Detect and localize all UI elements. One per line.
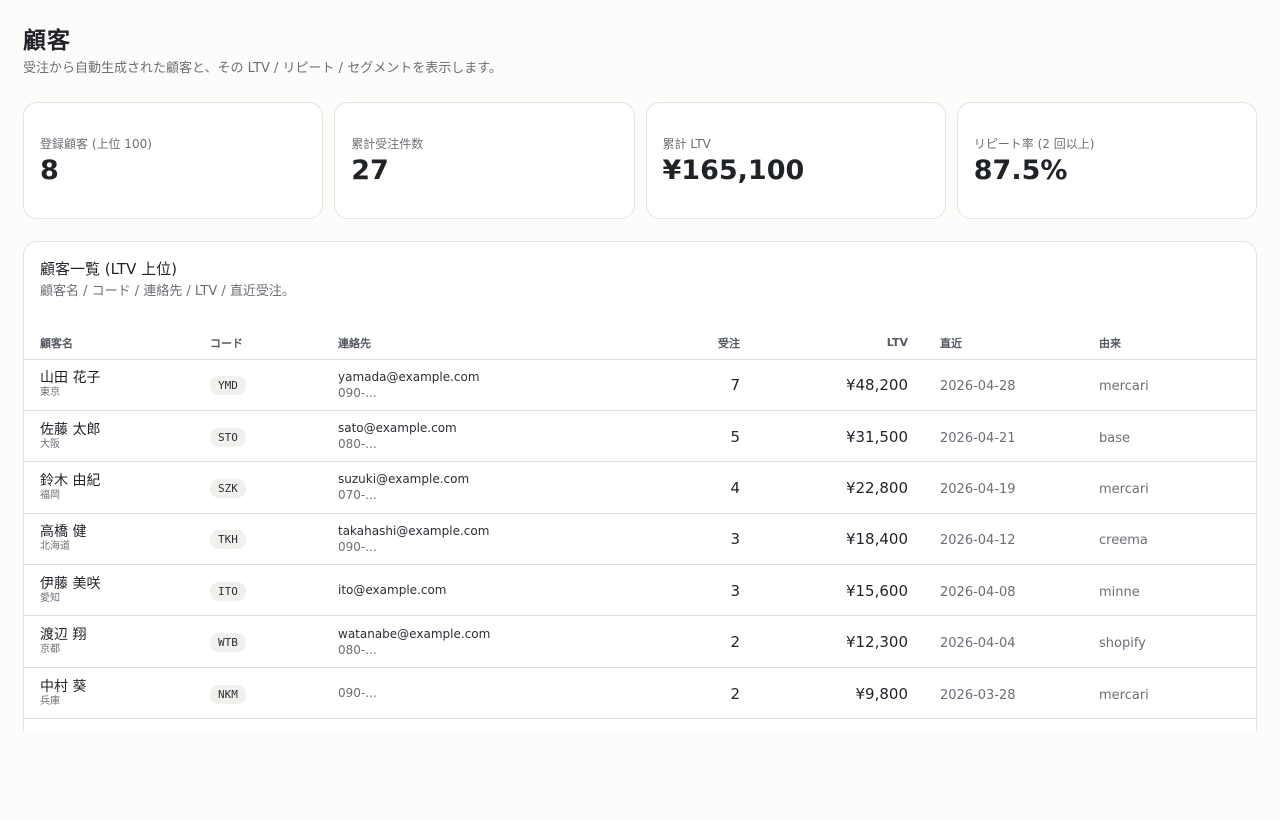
stat-label: リピート率 (2 回以上) bbox=[973, 137, 1095, 151]
customer-name[interactable]: 山田 花子 bbox=[40, 370, 210, 387]
ltv-value: ¥18,400 bbox=[845, 530, 908, 549]
customer-region: 福岡 bbox=[40, 489, 60, 501]
column-header-ltv[interactable]: LTV bbox=[740, 327, 908, 360]
customer-name[interactable]: 高橋 健 bbox=[40, 524, 210, 541]
recent-order-date: 2026-04-08 bbox=[940, 584, 1016, 600]
stat-value: ¥165,100 bbox=[662, 155, 805, 186]
order-count: 4 bbox=[730, 478, 740, 497]
customer-phone: 090-... bbox=[338, 539, 377, 554]
recent-order-date: 2026-04-19 bbox=[940, 481, 1016, 497]
customer-email[interactable]: yamada@example.com bbox=[338, 369, 598, 385]
table-row[interactable]: 鈴木 由紀 福岡 SZK suzuki@example.com 070-... 4 … bbox=[24, 461, 1256, 514]
page-title: 顧客 bbox=[23, 28, 71, 54]
customer-region: 東京 bbox=[40, 387, 60, 399]
recent-order-date: 2026-04-28 bbox=[940, 379, 1016, 395]
customer-email[interactable]: suzuki@example.com bbox=[338, 471, 598, 487]
customer-region: 兵庫 bbox=[40, 695, 60, 707]
customer-email[interactable]: ito@example.com bbox=[338, 582, 598, 598]
stat-card-customers: 登録顧客 (上位 100) 8 bbox=[23, 102, 324, 219]
customer-name[interactable]: 鈴木 由紀 bbox=[40, 473, 210, 490]
customer-phone: 090-... bbox=[338, 385, 377, 400]
customer-region: 京都 bbox=[40, 644, 60, 656]
customer-table: 顧客名 コード 連絡先 受注 LTV 直近 由来 山田 花子 東京 YMD yam… bbox=[24, 327, 1256, 720]
recent-order-date: 2026-04-21 bbox=[940, 430, 1016, 446]
customer-list-panel: 顧客一覧 (LTV 上位) 顧客名 / コード / 連絡先 / LTV / 直近… bbox=[23, 241, 1257, 731]
customer-name[interactable]: 渡辺 翔 bbox=[40, 627, 210, 644]
stat-label: 累計 LTV bbox=[662, 137, 711, 151]
customer-region: 大阪 bbox=[40, 438, 60, 450]
customer-region: 北海道 bbox=[40, 541, 70, 553]
table-row[interactable]: 高橋 健北海道 TKH takahashi@example.com 090-...… bbox=[24, 513, 1256, 566]
customer-name[interactable]: 中村 葵 bbox=[40, 679, 210, 696]
column-header-source[interactable]: 由来 bbox=[1099, 327, 1256, 360]
ltv-value: ¥31,500 bbox=[845, 427, 908, 446]
table-header-row: 顧客名 コード 連絡先 受注 LTV 直近 由来 bbox=[24, 327, 1256, 360]
customer-code-badge: TKH bbox=[210, 530, 246, 550]
table-row[interactable]: 渡辺 翔京都 WTB watanabe@example.com 080-... 2… bbox=[24, 615, 1256, 668]
customer-source: base bbox=[1099, 430, 1130, 446]
customer-name[interactable]: 伊藤 美咲 bbox=[40, 576, 210, 593]
stat-card-repeat-rate: リピート率 (2 回以上) 87.5% bbox=[956, 102, 1257, 219]
customer-region: 愛知 bbox=[40, 592, 60, 604]
customer-source: minne bbox=[1099, 584, 1140, 600]
customer-name[interactable]: 佐藤 太郎 bbox=[40, 422, 210, 439]
table-row[interactable]: 中村 葵兵庫 NKM 090-... 2 ¥9,800 2026-03-28 m… bbox=[24, 667, 1256, 720]
customer-source: mercari bbox=[1099, 379, 1149, 395]
ltv-value: ¥9,800 bbox=[855, 684, 909, 703]
customer-code-badge: WTB bbox=[210, 633, 246, 653]
column-header-contact[interactable]: 連絡先 bbox=[338, 327, 598, 360]
customer-phone: 070-... bbox=[338, 488, 377, 503]
stat-value: 8 bbox=[40, 155, 59, 186]
panel-title: 顧客一覧 (LTV 上位) bbox=[40, 260, 177, 278]
panel-description: 顧客名 / コード / 連絡先 / LTV / 直近受注。 bbox=[40, 284, 295, 299]
customer-source: shopify bbox=[1099, 636, 1146, 652]
customer-code-badge: YMD bbox=[210, 376, 246, 396]
order-count: 2 bbox=[730, 633, 740, 652]
customer-phone: 080-... bbox=[338, 642, 377, 657]
customer-email[interactable]: takahashi@example.com bbox=[338, 523, 598, 539]
column-header-name[interactable]: 顧客名 bbox=[24, 327, 210, 360]
stat-card-ltv: 累計 LTV ¥165,100 bbox=[645, 102, 946, 219]
column-header-code[interactable]: コード bbox=[210, 327, 338, 360]
order-count: 5 bbox=[730, 427, 740, 446]
stat-value: 27 bbox=[351, 155, 389, 186]
ltv-value: ¥15,600 bbox=[845, 581, 908, 600]
page-subtitle: 受注から自動生成された顧客と、その LTV / リピート / セグメントを表示し… bbox=[23, 61, 502, 76]
customer-source: mercari bbox=[1099, 687, 1149, 703]
table-row[interactable]: 山田 花子 東京 YMD yamada@example.com 090-... 7 … bbox=[24, 359, 1256, 411]
customer-code-badge: ITO bbox=[210, 581, 246, 601]
column-header-orders[interactable]: 受注 bbox=[598, 327, 740, 360]
stat-label: 登録顧客 (上位 100) bbox=[40, 137, 152, 151]
order-count: 7 bbox=[730, 376, 740, 395]
ltv-value: ¥22,800 bbox=[845, 478, 908, 497]
column-header-recent[interactable]: 直近 bbox=[908, 327, 1099, 360]
stat-card-orders: 累計受注件数 27 bbox=[334, 102, 635, 219]
recent-order-date: 2026-04-12 bbox=[940, 533, 1016, 549]
customer-source: mercari bbox=[1099, 481, 1149, 497]
ltv-value: ¥12,300 bbox=[845, 633, 908, 652]
recent-order-date: 2026-03-28 bbox=[940, 687, 1016, 703]
order-count: 2 bbox=[730, 684, 740, 703]
stats-row: 登録顧客 (上位 100) 8 累計受注件数 27 累計 LTV ¥165,10… bbox=[23, 102, 1257, 219]
recent-order-date: 2026-04-04 bbox=[940, 636, 1016, 652]
table-row[interactable]: 佐藤 太郎 大阪 STO sato@example.com 080-... 5 ¥3… bbox=[24, 410, 1256, 463]
order-count: 3 bbox=[730, 581, 740, 600]
stat-label: 累計受注件数 bbox=[351, 137, 424, 151]
stat-value: 87.5% bbox=[973, 155, 1068, 186]
customer-phone: 080-... bbox=[338, 437, 377, 452]
customers-page: 顧客 受注から自動生成された顧客と、その LTV / リピート / セグメントを… bbox=[0, 0, 1280, 731]
customer-phone: 090-... bbox=[338, 686, 377, 701]
table-row[interactable]: 伊藤 美咲 愛知 ITO ito@example.com 3 ¥15,600 20… bbox=[24, 564, 1256, 617]
customer-email[interactable]: watanabe@example.com bbox=[338, 626, 598, 642]
ltv-value: ¥48,200 bbox=[845, 376, 908, 395]
customer-code-badge: STO bbox=[210, 427, 246, 447]
customer-source: creema bbox=[1099, 533, 1148, 549]
order-count: 3 bbox=[730, 530, 740, 549]
customer-email[interactable]: sato@example.com bbox=[338, 420, 598, 436]
customer-code-badge: NKM bbox=[210, 684, 246, 704]
customer-code-badge: SZK bbox=[210, 478, 246, 498]
